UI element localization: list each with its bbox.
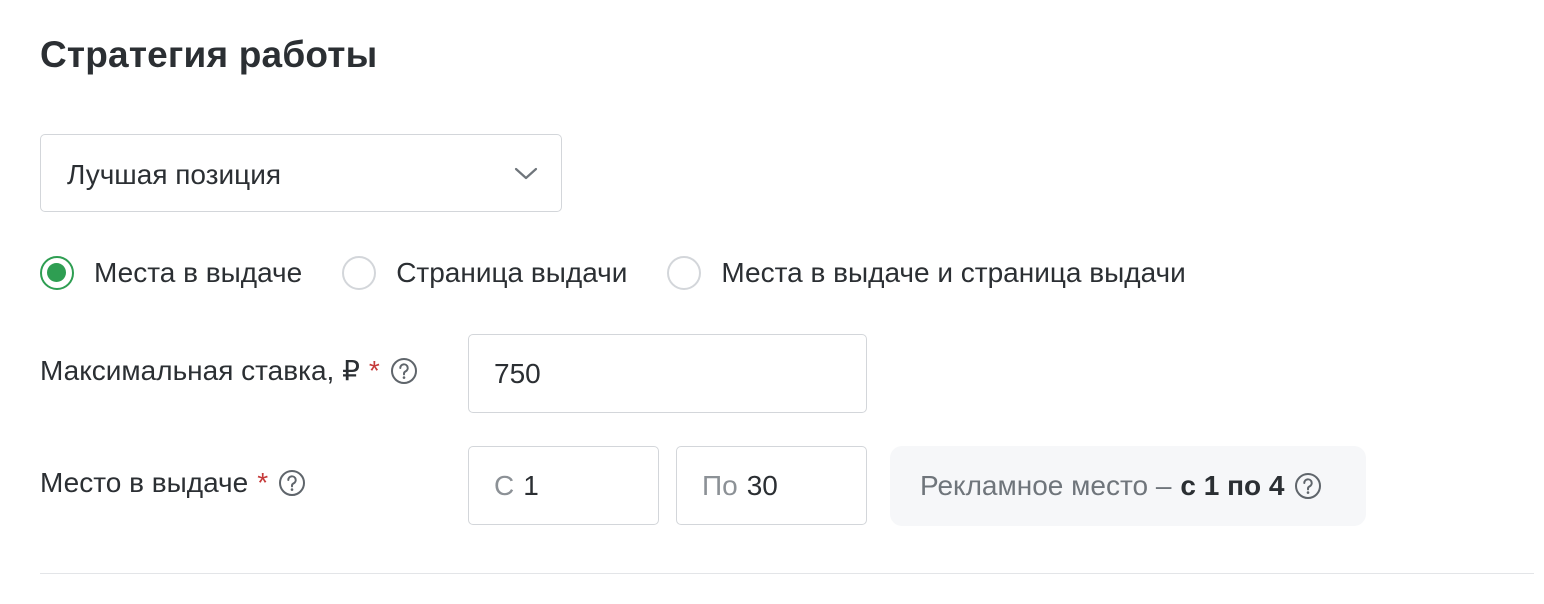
max-bid-label-text: Максимальная ставка, ₽ (40, 355, 360, 386)
help-icon[interactable] (278, 469, 306, 497)
max-bid-value: 750 (494, 357, 541, 389)
radio-button[interactable] (342, 256, 377, 290)
position-label-text: Место в выдаче (40, 467, 249, 498)
required-mark: * (368, 354, 380, 386)
radio-button-checked[interactable] (40, 256, 74, 290)
radio-label: Места в выдаче и страница выдачи (721, 257, 1186, 288)
strategy-select-value: Лучшая позиция (67, 159, 281, 190)
position-mode-radio-group: Места в выдаче Страница выдачи Места в в… (40, 252, 1226, 294)
strategy-select[interactable]: Лучшая позиция (40, 134, 562, 212)
help-icon[interactable] (390, 357, 418, 385)
radio-option-page[interactable]: Страница выдачи (342, 256, 627, 290)
help-icon[interactable] (1294, 472, 1322, 500)
position-label: Место в выдаче * (40, 467, 306, 499)
radio-button[interactable] (667, 256, 702, 290)
radio-label: Места в выдаче (94, 257, 303, 288)
hint-text: Рекламное место – (920, 470, 1172, 501)
max-bid-label: Максимальная ставка, ₽ * (40, 354, 418, 387)
chevron-down-icon (514, 167, 538, 180)
position-from-value: 1 (523, 469, 539, 501)
position-from-prefix: С (494, 469, 515, 501)
max-bid-input[interactable]: 750 (468, 334, 867, 413)
strategy-panel: Стратегия работы Лучшая позиция Места в … (0, 0, 1544, 604)
radio-label: Страница выдачи (396, 257, 628, 288)
ad-position-hint: Рекламное место – с 1 по 4 (890, 446, 1366, 526)
section-title: Стратегия работы (40, 34, 378, 75)
position-to-value: 30 (746, 469, 778, 501)
section-divider (40, 573, 1534, 574)
hint-range: с 1 по 4 (1180, 470, 1285, 501)
position-to-prefix: По (702, 469, 738, 501)
position-from-input[interactable]: С 1 (468, 446, 659, 525)
radio-option-places-and-page[interactable]: Места в выдаче и страница выдачи (667, 256, 1186, 290)
required-mark: * (257, 467, 269, 498)
radio-option-places[interactable]: Места в выдаче (40, 256, 302, 290)
position-to-input[interactable]: По 30 (676, 446, 867, 525)
